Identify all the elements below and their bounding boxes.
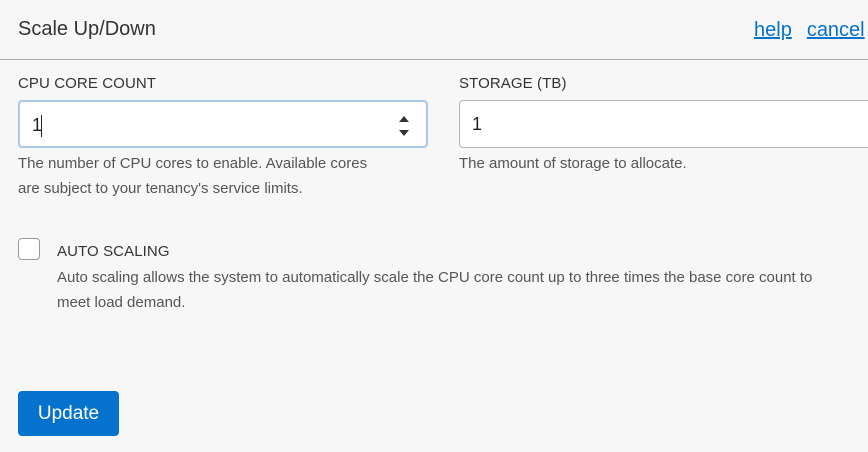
cpu-core-count-input[interactable]: 1 <box>18 100 428 148</box>
storage-label: STORAGE (TB) <box>459 75 567 92</box>
header-links: help cancel <box>754 19 868 42</box>
decrement-arrow-icon[interactable] <box>399 130 409 136</box>
dialog-title: Scale Up/Down <box>18 18 156 40</box>
storage-help: The amount of storage to allocate. <box>459 155 687 172</box>
cpu-core-count-stepper[interactable] <box>398 116 410 136</box>
update-button[interactable]: Update <box>18 391 119 436</box>
dialog-header: Scale Up/Down help cancel <box>0 0 868 60</box>
help-link[interactable]: help <box>754 19 792 41</box>
cancel-link[interactable]: cancel <box>807 19 865 41</box>
cpu-core-count-help: The number of CPU cores to enable. Avail… <box>18 151 367 201</box>
storage-value: 1 <box>472 114 483 134</box>
cpu-help-line-2: are subject to your tenancy's service li… <box>18 180 303 197</box>
text-cursor <box>41 115 42 137</box>
auto-scaling-desc-line-1: Auto scaling allows the system to automa… <box>57 269 813 286</box>
auto-scaling-label: AUTO SCALING <box>57 243 170 260</box>
auto-scaling-desc-line-2: meet load demand. <box>57 294 186 311</box>
auto-scaling-description: Auto scaling allows the system to automa… <box>57 265 812 315</box>
cpu-core-count-label: CPU CORE COUNT <box>18 75 157 92</box>
increment-arrow-icon[interactable] <box>399 116 409 122</box>
storage-input[interactable]: 1 <box>459 100 868 148</box>
cpu-help-line-1: The number of CPU cores to enable. Avail… <box>18 155 368 172</box>
auto-scaling-checkbox[interactable] <box>18 238 40 260</box>
